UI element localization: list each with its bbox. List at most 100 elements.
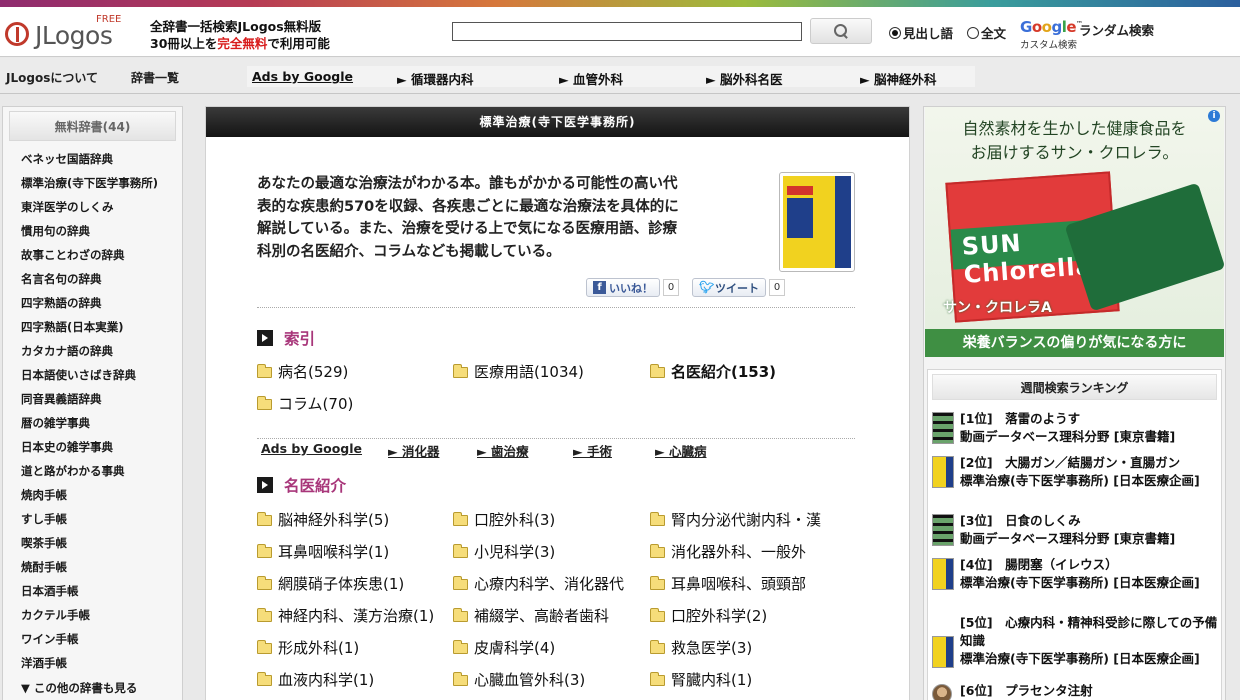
sidebar-item[interactable]: カタカナ語の辞典	[3, 344, 182, 359]
doctor-category-item[interactable]: 救急医学(3)	[650, 637, 752, 658]
nav-ad-link[interactable]: ► 脳外科名医	[706, 69, 782, 88]
doctor-category-item[interactable]: 皮膚科学(4)	[453, 637, 555, 658]
sidebar-item[interactable]: 同音異義語辞典	[3, 392, 182, 407]
search-input[interactable]	[452, 22, 802, 41]
doctor-category-item[interactable]: 形成外科(1)	[257, 637, 359, 658]
sidebar-item[interactable]: 四字熟語の辞典	[3, 296, 182, 311]
ranking-source: 標準治療(寺下医学事務所) [日本医療企画]	[960, 651, 1200, 666]
doctor-category-label: 補綴学、高齢者歯科	[474, 607, 610, 625]
book-icon	[932, 456, 954, 488]
ranking-text: [4位] 腸閉塞（イレウス） 標準治療(寺下医学事務所) [日本医療企画]	[960, 556, 1220, 592]
index-item[interactable]: 病名(529)	[257, 361, 348, 382]
index-item-label: 名医紹介(153)	[671, 363, 777, 381]
doctor-category-item[interactable]: 腎内分泌代謝内科・漢	[650, 509, 821, 530]
folder-icon	[257, 543, 272, 558]
doctor-category-item[interactable]: 消化器外科、一般外	[650, 541, 806, 562]
nav-ad-link[interactable]: ► 脳神経外科	[860, 69, 936, 88]
content-ad-link[interactable]: ► 手術	[573, 441, 612, 460]
sidebar-more-link[interactable]: ▼ この他の辞書も見る	[3, 680, 182, 696]
description-line: 科別の名医紹介、コラムなども掲載している。	[257, 243, 561, 260]
random-search-link[interactable]: ランダム検索	[1079, 20, 1154, 39]
doctor-category-item[interactable]: 口腔外科学(2)	[650, 605, 767, 626]
doctor-category-item[interactable]: 網膜硝子体疾患(1)	[257, 573, 404, 594]
sidebar-item[interactable]: 故事ことわざの辞典	[3, 248, 182, 263]
sidebar-item[interactable]: 慣用句の辞典	[3, 224, 182, 239]
radio-fulltext[interactable]: 全文	[967, 23, 1006, 42]
doctor-category-item[interactable]: 神経内科、漢方治療(1)	[257, 605, 434, 626]
search-button[interactable]	[810, 18, 872, 44]
sidebar-item[interactable]: 四字熟語(日本実業)	[3, 320, 182, 335]
logo[interactable]: JLogos FREE	[5, 14, 125, 50]
sidebar-item[interactable]: 名言名句の辞典	[3, 272, 182, 287]
doctor-category-item[interactable]: 腎臓内科(1)	[650, 669, 752, 690]
tagline-text: 30冊以上を	[150, 36, 218, 51]
doctor-category-item[interactable]: 心臓血管外科(3)	[453, 669, 585, 690]
nav-ad-link[interactable]: ► 循環器内科	[397, 69, 473, 88]
folder-icon	[650, 363, 665, 378]
doctor-category-item[interactable]: 補綴学、高齢者歯科	[453, 605, 609, 626]
photo-icon	[932, 684, 952, 700]
doctor-category-item[interactable]: 脳神経外科学(5)	[257, 509, 389, 530]
doctor-category-item[interactable]: 心療内科学、消化器代	[453, 573, 624, 594]
index-item[interactable]: 名医紹介(153)	[650, 361, 776, 382]
doctor-category-item[interactable]: 血液内科学(1)	[257, 669, 374, 690]
doctor-category-label: 小児科学(3)	[474, 543, 556, 561]
header: JLogos FREE 全辞書一括検索JLogos無料版 30冊以上を完全無料で…	[0, 7, 1240, 57]
doctor-category-item[interactable]: 口腔外科(3)	[453, 509, 555, 530]
ad-copy: 自然素材を生かした健康食品を お届けするサン・クロレラ。	[925, 117, 1224, 165]
index-item-label: 医療用語(1034)	[474, 363, 584, 381]
nav-about[interactable]: JLogosについて	[6, 69, 98, 86]
doctor-category-item[interactable]: 耳鼻咽喉科、頭頸部	[650, 573, 806, 594]
sidebar-item[interactable]: 喫茶手帳	[3, 536, 182, 551]
sidebar-item[interactable]: 洋酒手帳	[3, 656, 182, 671]
nav-ad-link[interactable]: ► 血管外科	[559, 69, 623, 88]
ranking-source: 動画データベース理科分野 [東京書籍]	[960, 531, 1176, 546]
section-arrow-icon	[257, 330, 273, 346]
tweet[interactable]: 🐦︎ ツイート 0	[692, 278, 785, 297]
index-item-label: コラム(70)	[278, 395, 354, 413]
sidebar-item[interactable]: 道と路がわかる事典	[3, 464, 182, 479]
content-ad-link[interactable]: ► 消化器	[388, 441, 439, 460]
facebook-like[interactable]: f いいね！ 0	[586, 278, 679, 297]
ads-by-google-link[interactable]: Ads by Google	[261, 441, 362, 456]
index-heading: 索引	[257, 327, 315, 349]
sun-chlorella-ad[interactable]: i 自然素材を生かした健康食品を お届けするサン・クロレラ。 SUN Chlor…	[925, 107, 1224, 357]
ranking-title-text: 大腸ガン／結腸ガン・直腸ガン	[1005, 455, 1181, 470]
facebook-like-button[interactable]: f いいね！	[586, 278, 660, 297]
sidebar-item[interactable]: 焼肉手帳	[3, 488, 182, 503]
divider	[257, 307, 855, 308]
doctor-category-label: 消化器外科、一般外	[671, 543, 807, 561]
ranking-rank: [2位]	[960, 455, 993, 470]
sidebar-item[interactable]: 日本史の雑学事典	[3, 440, 182, 455]
sidebar-item[interactable]: カクテル手帳	[3, 608, 182, 623]
sidebar-item[interactable]: ワイン手帳	[3, 632, 182, 647]
ad-copy-line: 自然素材を生かした健康食品を	[962, 119, 1187, 138]
sidebar-item[interactable]: ベネッセ国語辞典	[3, 152, 182, 167]
ranking-rank: [5位]	[960, 615, 993, 630]
description-line: あなたの最適な治療法がわかる本。誰もがかかる可能性の高い代	[257, 176, 678, 192]
index-item[interactable]: コラム(70)	[257, 393, 353, 414]
sidebar-item[interactable]: 標準治療(寺下医学事務所)	[3, 176, 182, 191]
ranking-title: [2位] 大腸ガン／結腸ガン・直腸ガン	[960, 454, 1220, 472]
content-ad-link[interactable]: ► 心臓病	[655, 441, 706, 460]
ads-by-google-link[interactable]: Ads by Google	[252, 69, 353, 84]
like-count: 0	[663, 279, 679, 296]
sidebar-item[interactable]: 日本語使いさばき辞典	[3, 368, 182, 383]
folder-icon	[257, 607, 272, 622]
index-heading-label: 索引	[284, 330, 316, 348]
sidebar-item[interactable]: 東洋医学のしくみ	[3, 200, 182, 215]
index-item[interactable]: 医療用語(1034)	[453, 361, 584, 382]
radio-headword[interactable]: 見出し語	[889, 23, 953, 42]
content-ad-link[interactable]: ► 歯治療	[477, 441, 528, 460]
sidebar-item[interactable]: すし手帳	[3, 512, 182, 527]
sidebar-item[interactable]: 焼酎手帳	[3, 560, 182, 575]
nav-dict-list[interactable]: 辞書一覧	[131, 69, 179, 86]
description-line: 表的な疾患約570を収録、各疾患ごとに最適な治療法を具体的に	[257, 198, 679, 215]
doctor-category-item[interactable]: 耳鼻咽喉科学(1)	[257, 541, 389, 562]
tweet-button[interactable]: 🐦︎ ツイート	[692, 278, 766, 297]
sidebar-item[interactable]: 日本酒手帳	[3, 584, 182, 599]
doctor-category-item[interactable]: 小児科学(3)	[453, 541, 555, 562]
page-title: 標準治療(寺下医学事務所)	[206, 107, 909, 137]
search-icon	[834, 24, 848, 38]
sidebar-item[interactable]: 暦の雑学事典	[3, 416, 182, 431]
